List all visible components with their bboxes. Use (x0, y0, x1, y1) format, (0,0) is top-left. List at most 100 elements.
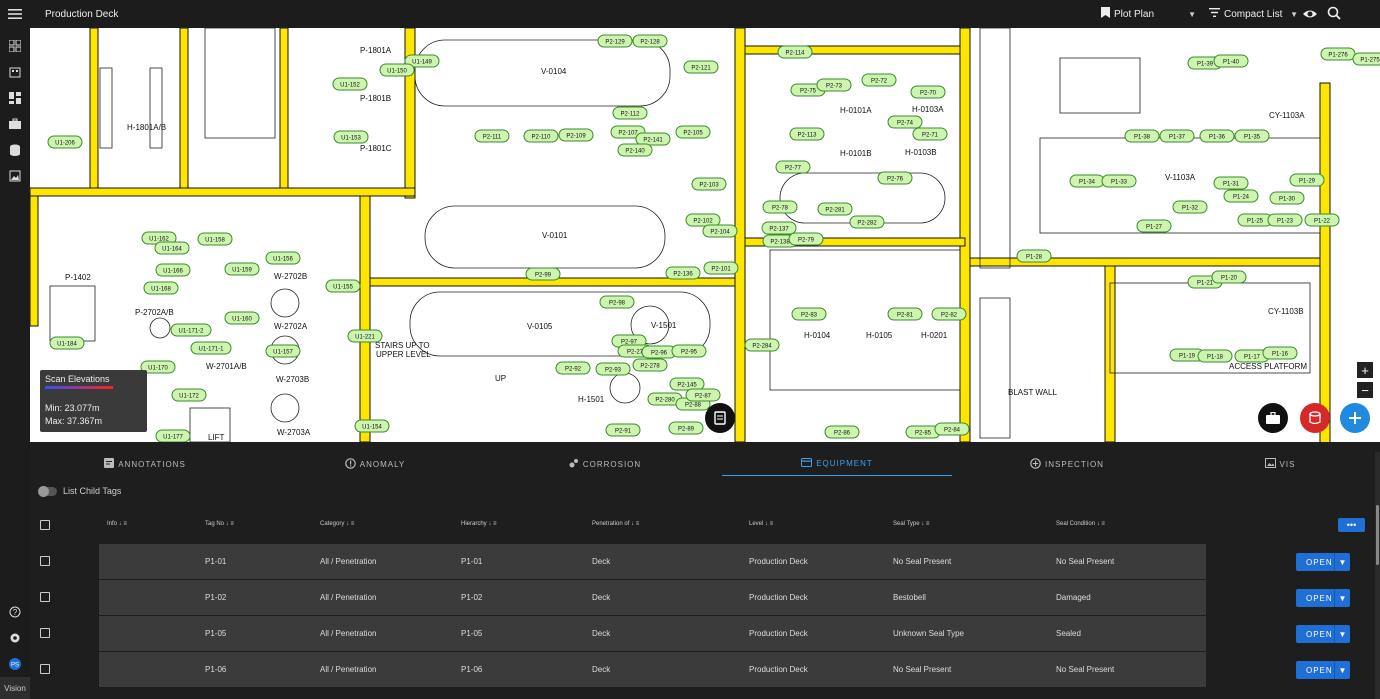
tag-marker[interactable]: P1-18 (1197, 349, 1233, 363)
tag-marker[interactable]: P2-105 (675, 125, 711, 139)
tag-marker[interactable]: U1-154 (354, 419, 390, 433)
tag-marker[interactable]: P2-79 (788, 232, 824, 246)
tag-marker[interactable]: P1-27 (1136, 219, 1172, 233)
tag-marker[interactable]: P2-113 (789, 127, 825, 141)
open-menu-caret-icon[interactable]: ▼ (1334, 553, 1350, 571)
row-checkbox[interactable] (40, 556, 50, 566)
tag-marker[interactable]: P2-91 (605, 423, 641, 437)
user-avatar[interactable]: PS (5, 654, 25, 674)
tag-marker[interactable]: P2-98 (599, 295, 635, 309)
tag-marker[interactable]: U1-158 (197, 232, 233, 246)
sort-filter-icon[interactable]: ↓ ≡ (344, 521, 354, 527)
tag-marker[interactable]: P1-28 (1016, 249, 1052, 263)
tag-marker[interactable]: P2-112 (612, 106, 648, 120)
tag-marker[interactable]: P2-278 (632, 358, 668, 372)
row-checkbox[interactable] (40, 592, 50, 602)
tag-marker[interactable]: P2-89 (668, 421, 704, 435)
dashboard-icon[interactable] (5, 36, 25, 56)
open-menu-caret-icon[interactable]: ▼ (1334, 625, 1350, 643)
list-child-tags-toggle[interactable] (38, 486, 57, 497)
table-row[interactable] (99, 616, 1206, 651)
tag-marker[interactable]: P2-129 (597, 34, 633, 48)
tag-marker[interactable]: P1-22 (1304, 213, 1340, 227)
tag-marker[interactable]: P2-137 (761, 221, 797, 235)
tag-marker[interactable]: P2-87 (685, 388, 721, 402)
plot-plan-drawing[interactable]: P-1801A P-1801B P-1801C H-1801A/B V-0104 V-01… (30, 28, 1380, 442)
open-menu-caret-icon[interactable]: ▼ (1334, 661, 1350, 679)
tag-marker[interactable]: P2-102 (685, 213, 721, 227)
zoom-out-button[interactable]: − (1357, 382, 1373, 398)
tag-marker[interactable]: P1-35 (1234, 129, 1270, 143)
tab-anomaly[interactable]: ANOMALY (260, 452, 490, 476)
tag-marker[interactable]: U1-150 (379, 63, 415, 77)
tag-marker[interactable]: P2-81 (887, 307, 923, 321)
briefcase-icon[interactable] (5, 114, 25, 134)
tag-marker[interactable]: P1-33 (1101, 174, 1137, 188)
tag-marker[interactable]: U1-177 (155, 429, 191, 442)
tag-marker[interactable]: P2-86 (824, 425, 860, 439)
tag-marker[interactable]: U1-184 (49, 336, 85, 350)
tag-marker[interactable]: P2-71 (912, 127, 948, 141)
tag-marker[interactable]: P1-16 (1262, 346, 1298, 360)
tag-marker[interactable]: U1-156 (265, 251, 301, 265)
tag-marker[interactable]: U1-168 (143, 281, 179, 295)
tab-equipment[interactable]: EQUIPMENT (722, 452, 952, 476)
help-icon[interactable]: ? (5, 602, 25, 622)
tag-marker[interactable]: P2-93 (595, 362, 631, 376)
eye-icon[interactable] (1302, 6, 1318, 22)
table-row[interactable] (99, 580, 1206, 615)
sort-filter-icon[interactable]: ↓ ≡ (629, 521, 639, 527)
building-icon[interactable] (5, 62, 25, 82)
tag-marker[interactable]: P1-40 (1213, 54, 1249, 68)
tag-marker[interactable]: P1-38 (1124, 129, 1160, 143)
tag-marker[interactable]: U1-155 (325, 279, 361, 293)
row-checkbox[interactable] (40, 628, 50, 638)
tag-marker[interactable]: P2-281 (817, 202, 853, 216)
column-header[interactable]: Seal Condition ↓ ≡ (1056, 521, 1105, 527)
menu-icon[interactable] (5, 4, 25, 24)
scrollbar-thumb[interactable] (1376, 505, 1379, 565)
tag-marker[interactable]: P1-37 (1159, 129, 1195, 143)
tag-marker[interactable]: P2-284 (744, 338, 780, 352)
tag-marker[interactable]: P2-72 (861, 73, 897, 87)
toolbox-button[interactable] (1258, 403, 1288, 433)
tag-marker[interactable]: P2-99 (525, 267, 561, 281)
plot-plan-map[interactable]: P-1801A P-1801B P-1801C H-1801A/B V-0104 V-01… (30, 28, 1380, 442)
column-header[interactable]: Seal Type ↓ ≡ (893, 521, 929, 527)
tag-marker[interactable]: U1-157 (265, 344, 301, 358)
column-header[interactable]: Info ↓ ≡ (107, 521, 127, 527)
tag-marker[interactable]: P2-111 (474, 129, 510, 143)
tag-marker[interactable]: U1-221 (347, 329, 383, 343)
column-header[interactable]: Tag No ↓ ≡ (205, 521, 234, 527)
tag-marker[interactable]: P2-128 (632, 34, 668, 48)
column-header[interactable]: Penetration of ↓ ≡ (592, 521, 639, 527)
tag-marker[interactable]: P1-34 (1069, 174, 1105, 188)
tag-marker[interactable]: P2-70 (910, 85, 946, 99)
tag-marker[interactable]: P2-121 (683, 60, 719, 74)
tag-marker[interactable]: P2-83 (791, 307, 827, 321)
tag-marker[interactable]: P2-82 (931, 307, 967, 321)
tag-marker[interactable]: P2-74 (887, 115, 923, 129)
search-icon[interactable] (1327, 6, 1341, 20)
tag-marker[interactable]: U1-172 (171, 388, 207, 402)
tag-marker[interactable]: P1-23 (1267, 213, 1303, 227)
column-header[interactable]: Hierarchy ↓ ≡ (461, 521, 497, 527)
tag-marker[interactable]: P2-136 (665, 266, 701, 280)
tag-marker[interactable]: P2-110 (523, 129, 559, 143)
layout-icon[interactable] (5, 88, 25, 108)
tag-marker[interactable]: P1-36 (1199, 129, 1235, 143)
tag-marker[interactable]: P2-104 (702, 224, 738, 238)
select-all-checkbox[interactable] (40, 520, 50, 530)
tag-marker[interactable]: P1-29 (1289, 173, 1325, 187)
tag-marker[interactable]: P1-25 (1237, 213, 1273, 227)
tag-marker[interactable]: P2-95 (671, 344, 707, 358)
tag-marker[interactable]: U1-153 (333, 130, 369, 144)
tag-marker[interactable]: P2-76 (877, 171, 913, 185)
tab-inspection[interactable]: INSPECTION (952, 452, 1182, 476)
tab-annotations[interactable]: ANNOTATIONS (30, 452, 260, 476)
tag-marker[interactable]: P1-24 (1223, 189, 1259, 203)
tag-marker[interactable]: P1-31 (1213, 176, 1249, 190)
tag-marker[interactable]: P2-282 (849, 215, 885, 229)
sort-filter-icon[interactable]: ↓ ≡ (224, 521, 234, 527)
open-menu-caret-icon[interactable]: ▼ (1334, 589, 1350, 607)
